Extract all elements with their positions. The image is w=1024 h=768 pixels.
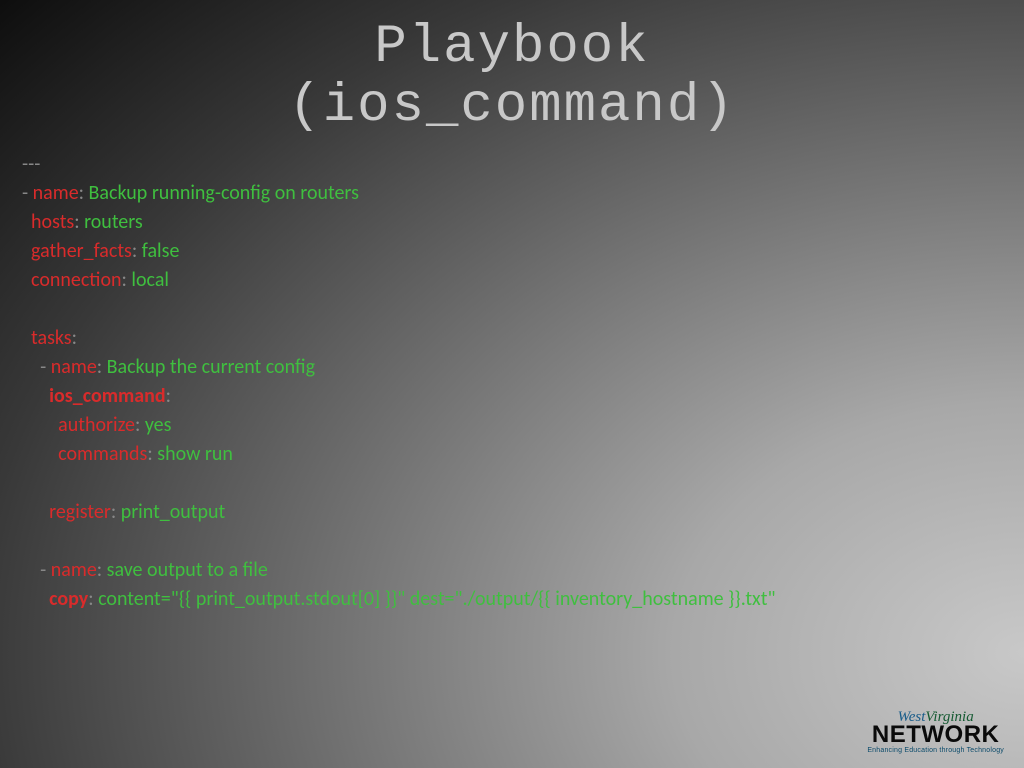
commands-key: commands (58, 442, 147, 466)
playbook-code: --- - name: Backup running-config on rou… (22, 150, 775, 614)
hosts-val: routers (84, 210, 143, 234)
slide-title: Playbook (ios_command) (0, 0, 1024, 137)
register-key: register (49, 500, 111, 524)
title-line1: Playbook (0, 18, 1024, 77)
register-val: print_output (121, 500, 226, 524)
ios-command-key: ios_command (49, 384, 166, 408)
wvnet-logo: WestVirginia NETWORK Enhancing Education… (867, 710, 1004, 754)
authorize-key: authorize (58, 413, 135, 437)
copy-key: copy (49, 587, 88, 611)
copy-val: content="{{ print_output.stdout[0] }}" d… (98, 587, 775, 611)
yaml-sep: --- (22, 152, 40, 176)
commands-val: show run (157, 442, 233, 466)
gather-facts-key: gather_facts (31, 239, 132, 263)
gather-facts-val: false (142, 239, 180, 263)
tasks-key: tasks (31, 326, 72, 350)
task1-name: Backup the current config (107, 355, 315, 379)
hosts-key: hosts (31, 210, 74, 234)
authorize-val: yes (145, 413, 172, 437)
logo-network: NETWORK (867, 723, 1004, 747)
connection-val: local (131, 268, 169, 292)
play-name: Backup running-config on routers (89, 181, 359, 205)
logo-tagline: Enhancing Education through Technology (867, 747, 1004, 754)
connection-key: connection (31, 268, 121, 292)
name-key: name (33, 181, 79, 205)
task2-name: save output to a file (107, 558, 268, 582)
title-line2: (ios_command) (0, 77, 1024, 136)
